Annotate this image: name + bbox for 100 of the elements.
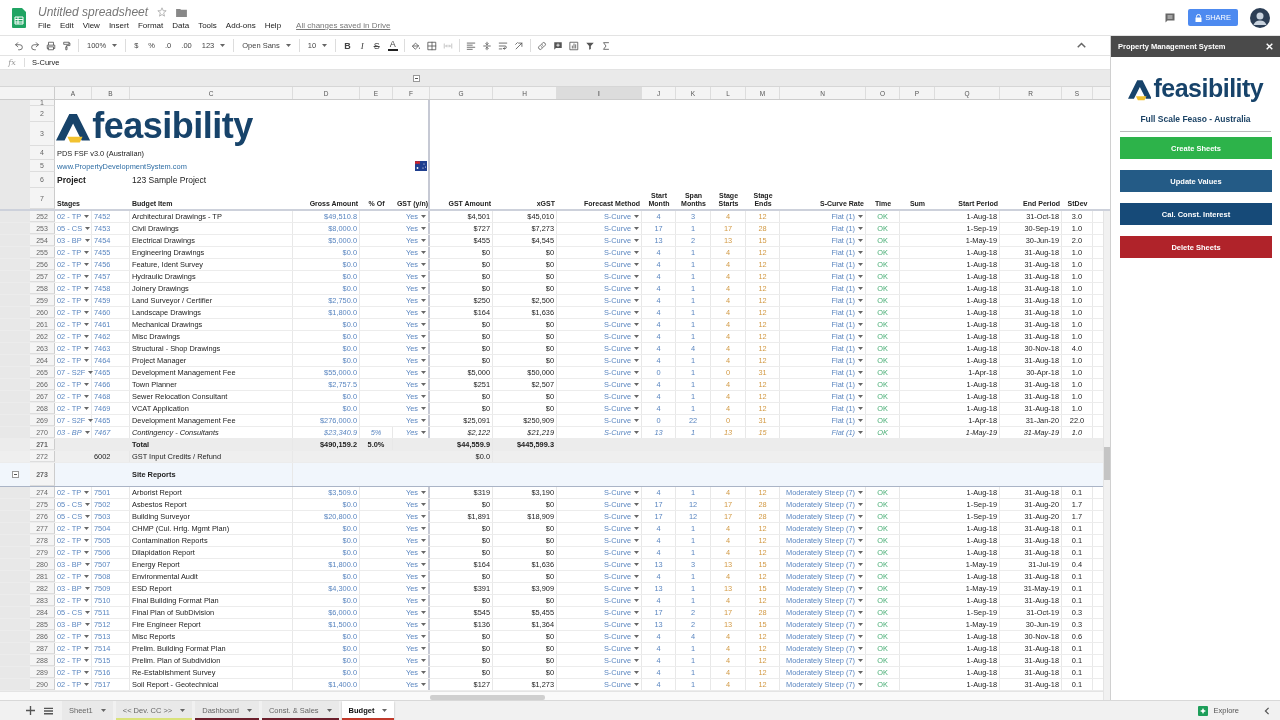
caret-icon [634,407,639,410]
caret-icon [634,227,639,230]
menu-item[interactable]: Insert [108,21,129,30]
caret-icon [421,611,426,614]
caret-icon [858,431,863,434]
caret-icon [634,563,639,566]
vertical-align-icon[interactable] [481,40,492,51]
collapse-group-icon[interactable] [11,471,19,478]
caret-icon [85,503,91,506]
caret-icon [858,383,863,386]
caret-icon [858,527,863,530]
logo-text: feasibility [1153,76,1264,101]
caret-icon [421,215,426,218]
scrollbar-thumb[interactable] [1104,447,1110,480]
caret-icon [421,671,426,674]
caret-icon [84,407,90,410]
caret-icon [100,709,106,712]
caret-icon [858,251,863,254]
menu-item[interactable]: Data [172,21,190,30]
caret-icon [634,623,639,626]
caret-icon [858,539,863,542]
menu-item[interactable]: Edit [59,21,74,30]
filter-icon[interactable] [584,40,595,51]
caret-icon [84,671,90,674]
caret-icon [634,275,639,278]
caret-icon [421,311,426,314]
caret-icon [634,371,639,374]
caret-icon [858,575,863,578]
menu-item[interactable]: Help [264,21,282,30]
panel-subtitle: Full Scale Feaso - Australia [1139,114,1252,124]
caret-icon [858,491,863,494]
caret-icon [421,647,426,650]
caret-icon [634,575,639,578]
caret-icon [85,227,91,230]
logo-text: feasibility [92,108,253,144]
caret-icon [858,635,863,638]
caret-icon [88,371,94,374]
menu-item[interactable]: File [38,21,51,30]
add-icon [26,706,35,715]
caret-icon [634,251,639,254]
caret-icon [421,299,426,302]
add-comment-icon[interactable] [552,40,563,51]
caret-icon [858,287,863,290]
sigma-icon[interactable] [600,40,611,51]
caret-icon [421,395,426,398]
avatar [1250,7,1270,28]
caret-icon [634,323,639,326]
caret-icon [382,709,388,712]
caret-icon [858,419,863,422]
save-status-link[interactable]: All changes saved in Drive [296,21,391,30]
menu-item[interactable]: Add-ons [225,21,256,30]
caret-icon [858,227,863,230]
project-label: Project [56,175,86,185]
comment-icon [1164,11,1177,24]
caret-icon [858,647,863,650]
borders-icon[interactable] [426,40,437,51]
italic-button[interactable]: I [358,40,366,51]
caret-icon [84,587,90,590]
text-color-button[interactable]: A [387,40,398,51]
caret-icon [634,299,639,302]
redo-icon[interactable] [30,40,40,51]
caret-icon [421,383,426,386]
bold-button[interactable]: B [342,40,353,51]
text-wrap-icon[interactable] [497,40,508,51]
caret-icon [85,515,91,518]
caret-icon [112,44,118,47]
caret-icon [634,239,639,242]
caret-icon [858,263,863,266]
caret-icon [858,407,863,410]
link-icon[interactable] [536,40,547,51]
align-left-icon[interactable] [465,40,476,51]
strikethrough-button[interactable]: S [371,40,382,51]
paint-bucket-icon[interactable] [410,40,421,51]
flag-icon [415,161,427,171]
text-rotate-icon[interactable] [513,40,524,51]
menu-item[interactable]: Format [137,21,164,30]
collapse-group-icon[interactable] [413,74,420,82]
caret-icon [634,431,639,434]
undo-icon[interactable] [14,40,24,51]
paint-roller-icon[interactable] [62,40,72,51]
caret-icon [84,395,90,398]
caret-icon [84,659,90,662]
spreadsheet-icon [12,7,26,28]
caret-icon [858,599,863,602]
caret-icon [180,709,186,712]
caret-icon [421,263,426,266]
document-title[interactable]: Untitled spreadsheet [38,5,149,19]
printer-icon[interactable] [46,40,56,51]
menu-item[interactable]: View [82,21,100,30]
caret-icon [421,575,426,578]
caret-icon [634,659,639,662]
chart-icon[interactable] [568,40,579,51]
caret-icon [634,383,639,386]
caret-icon [220,44,226,47]
caret-icon [634,683,639,686]
menu-item[interactable]: Tools [198,21,217,30]
caret-icon [84,239,90,242]
caret-icon [421,491,426,494]
caret-icon [84,575,90,578]
scrollbar-thumb[interactable] [430,694,545,700]
